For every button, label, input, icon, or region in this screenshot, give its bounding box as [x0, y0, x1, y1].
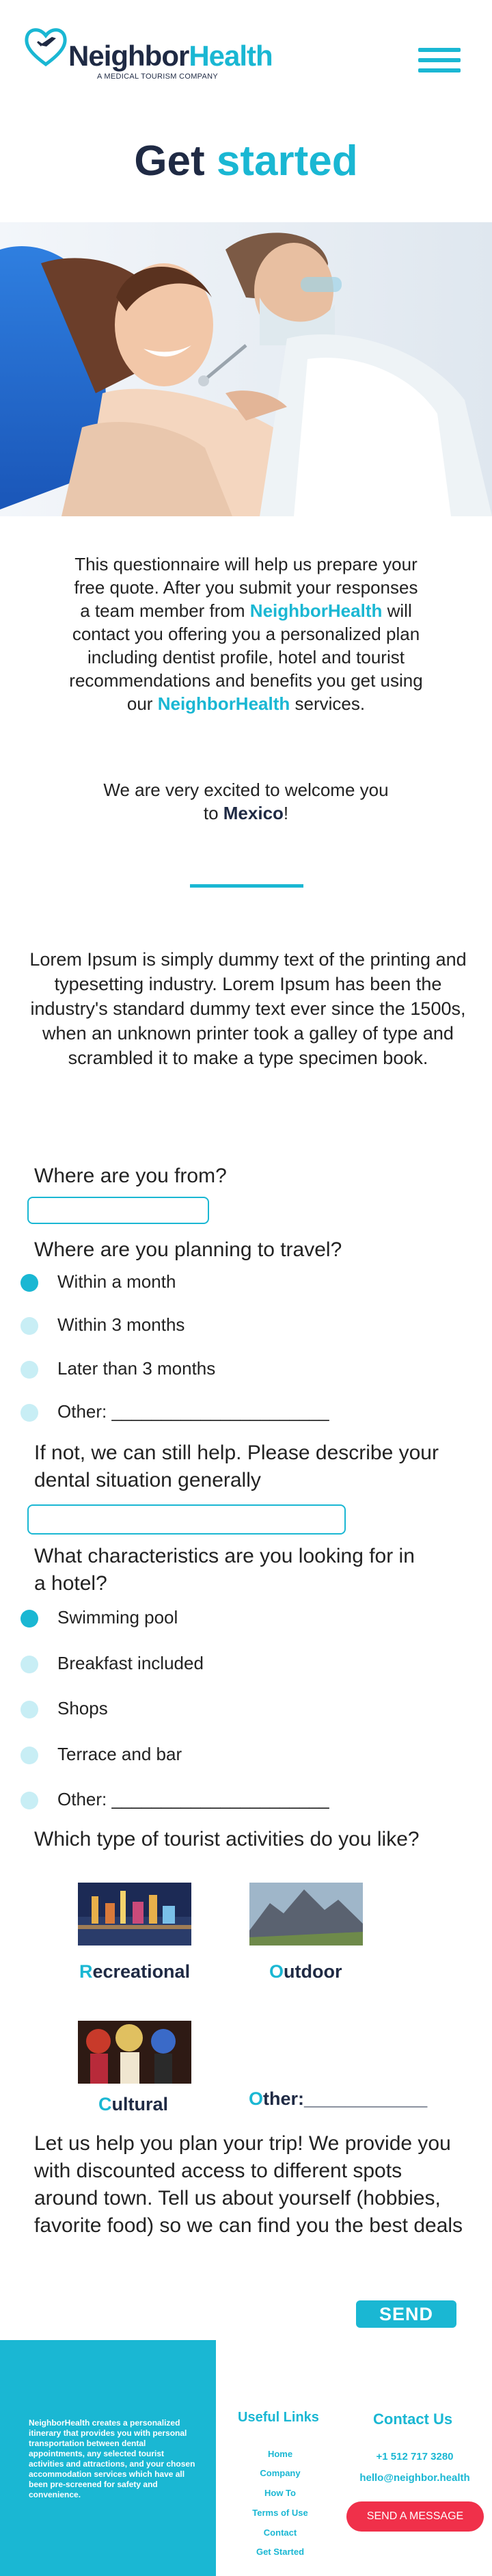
travel-option-label-3[interactable]: Other: ______________________ [57, 1401, 329, 1422]
travel-radio-0[interactable] [20, 1274, 38, 1292]
question-from: Where are you from? [34, 1165, 227, 1187]
activity-cultural-rest: ultural [111, 2094, 169, 2114]
activity-cultural-image[interactable] [78, 2021, 191, 2084]
title-get: Get [134, 137, 205, 185]
welcome-text: We are very excited to welcome you to Me… [96, 778, 396, 825]
footer-link-terms[interactable]: Terms of Use [232, 2508, 328, 2518]
activity-recreational-rest: ecreational [92, 1961, 191, 1982]
footer-link-company[interactable]: Company [232, 2468, 328, 2478]
site-footer: NeighborHealth creates a personalized it… [0, 2340, 492, 2576]
hotel-radio-1[interactable] [20, 1656, 38, 1673]
welcome-end: ! [283, 803, 289, 823]
activity-other-initial: O [249, 2088, 264, 2109]
question-dental: If not, we can still help. Please descri… [34, 1442, 439, 1491]
footer-link-how-to[interactable]: How To [232, 2488, 328, 2498]
hamburger-menu-icon[interactable] [418, 48, 461, 72]
travel-option-label-2[interactable]: Later than 3 months [57, 1358, 215, 1379]
activity-recreational-label[interactable]: Recreational [79, 1961, 190, 1982]
travel-radio-3[interactable] [20, 1404, 38, 1422]
travel-option-label-1[interactable]: Within 3 months [57, 1314, 184, 1336]
activity-recreational-image[interactable] [78, 1883, 191, 1946]
intro-text-3: services. [295, 693, 366, 714]
footer-about-text: NeighborHealth creates a personalized it… [29, 2418, 195, 2499]
footer-links-title: Useful Links [238, 2410, 319, 2425]
site-header: NeighborHealth A MEDICAL TOURISM COMPANY [0, 0, 492, 109]
heart-logo-icon [25, 28, 67, 67]
hotel-option-label-3[interactable]: Terrace and bar [57, 1744, 182, 1765]
page-title: Get started [0, 137, 492, 185]
hotel-option-label-0[interactable]: Swimming pool [57, 1607, 178, 1628]
question-activities: Which type of tourist activities do you … [34, 1828, 420, 1850]
title-started: started [216, 137, 358, 185]
intro-brand-2: NeighborHealth [157, 693, 290, 714]
activity-outdoor-label[interactable]: Outdoor [269, 1961, 342, 1982]
logo-word-health: Health [189, 40, 273, 72]
hotel-option-label-4[interactable]: Other: ______________________ [57, 1789, 329, 1810]
hotel-option-label-1[interactable]: Breakfast included [57, 1653, 204, 1674]
activity-cultural-initial: C [98, 2094, 112, 2114]
from-input[interactable] [27, 1197, 209, 1224]
hotel-radio-4[interactable] [20, 1792, 38, 1809]
footer-email[interactable]: hello@neighbor.health [346, 2472, 483, 2484]
travel-option-label-0[interactable]: Within a month [57, 1271, 176, 1292]
hotel-radio-0[interactable] [20, 1610, 38, 1628]
intro-paragraph: This questionnaire will help us prepare … [68, 553, 424, 715]
hero-dental-photo [0, 222, 492, 516]
activity-outdoor-image[interactable] [249, 1883, 363, 1946]
dental-input[interactable] [27, 1504, 346, 1535]
footer-about: NeighborHealth creates a personalized it… [0, 2340, 216, 2576]
plan-trip-text: Let us help you plan your trip! We provi… [34, 2132, 463, 2237]
activity-other-rest: ther:____________ [263, 2088, 428, 2109]
send-button[interactable]: SEND [356, 2300, 456, 2328]
activity-outdoor-rest: utdoor [284, 1961, 342, 1982]
activity-recreational-initial: R [79, 1961, 93, 1982]
logo-word-neighbor: Neighbor [68, 40, 189, 72]
footer-link-get-started[interactable]: Get Started [232, 2547, 328, 2557]
activity-cultural-label[interactable]: Cultural [98, 2094, 168, 2115]
footer-contact-title: Contact Us [373, 2411, 453, 2428]
activity-other-label[interactable]: Other:____________ [249, 2088, 427, 2110]
question-travel: Where are you planning to travel? [34, 1238, 342, 1261]
logo-wordmark: NeighborHealth [68, 40, 273, 72]
hotel-radio-2[interactable] [20, 1701, 38, 1718]
logo[interactable]: NeighborHealth A MEDICAL TOURISM COMPANY [22, 23, 273, 81]
send-message-button[interactable]: SEND A MESSAGE [346, 2501, 484, 2532]
welcome-country: Mexico [223, 803, 284, 823]
logo-tagline: A MEDICAL TOURISM COMPANY [97, 72, 219, 81]
footer-phone[interactable]: +1 512 717 3280 [346, 2451, 483, 2462]
hotel-radio-3[interactable] [20, 1747, 38, 1764]
intro-brand-1: NeighborHealth [249, 600, 383, 621]
question-hotel: What characteristics are you looking for… [34, 1545, 415, 1595]
travel-radio-2[interactable] [20, 1361, 38, 1379]
activity-outdoor-initial: O [269, 1961, 284, 1982]
hotel-option-label-2[interactable]: Shops [57, 1698, 108, 1719]
section-divider [190, 884, 303, 888]
lorem-paragraph: Lorem Ipsum is simply dummy text of the … [29, 949, 467, 1068]
travel-radio-1[interactable] [20, 1317, 38, 1335]
footer-link-contact[interactable]: Contact [232, 2527, 328, 2538]
footer-link-home[interactable]: Home [232, 2449, 328, 2459]
